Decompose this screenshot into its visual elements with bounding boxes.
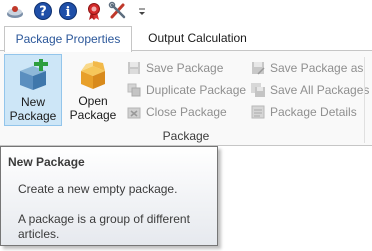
open-package-button[interactable]: Open Package xyxy=(64,54,122,126)
tab-output-calculation[interactable]: Output Calculation xyxy=(135,26,260,50)
group-separator xyxy=(364,57,365,143)
tooltip-more-info: A package is a group of different articl… xyxy=(18,212,190,241)
svg-text:?: ? xyxy=(39,5,47,20)
duplicate-package-label: Duplicate Package xyxy=(146,83,247,97)
group-label-package: Package xyxy=(162,129,210,143)
help-icon[interactable]: ? xyxy=(33,1,53,21)
save-as-icon xyxy=(251,61,265,75)
save-all-icon xyxy=(251,83,265,97)
ribbon-tabs: Package Properties Output Calculation xyxy=(0,26,372,52)
tab-package-properties[interactable]: Package Properties xyxy=(4,26,132,52)
package-details-label: Package Details xyxy=(270,105,357,119)
ribbon-panel: New Package Open Package Save Package Du… xyxy=(0,50,372,146)
new-package-icon xyxy=(16,57,50,93)
tooltip: New Package Create a new empty package. … xyxy=(0,146,218,246)
ribbon-award-icon[interactable] xyxy=(84,1,104,21)
close-package-icon xyxy=(127,105,141,119)
customize-dropdown-icon[interactable] xyxy=(137,4,147,18)
open-package-label: Open Package xyxy=(69,94,117,122)
save-package-as-label: Save Package as xyxy=(270,61,364,75)
app-logo-icon[interactable] xyxy=(5,1,25,21)
new-package-label: New Package xyxy=(9,95,57,123)
save-package-label: Save Package xyxy=(146,61,224,75)
duplicate-icon xyxy=(127,83,141,97)
svg-text:i: i xyxy=(66,5,71,20)
tools-icon[interactable] xyxy=(108,1,128,21)
tooltip-title: New Package xyxy=(8,155,85,169)
save-all-packages-label: Save All Packages xyxy=(270,83,370,97)
details-icon xyxy=(251,105,265,119)
quick-access-toolbar: ? i xyxy=(0,0,372,22)
open-package-icon xyxy=(76,58,110,92)
tooltip-description: Create a new empty package. xyxy=(18,182,178,196)
close-package-label: Close Package xyxy=(146,105,227,119)
new-package-button[interactable]: New Package xyxy=(4,54,62,126)
info-icon[interactable]: i xyxy=(58,1,78,21)
save-icon xyxy=(127,61,141,75)
